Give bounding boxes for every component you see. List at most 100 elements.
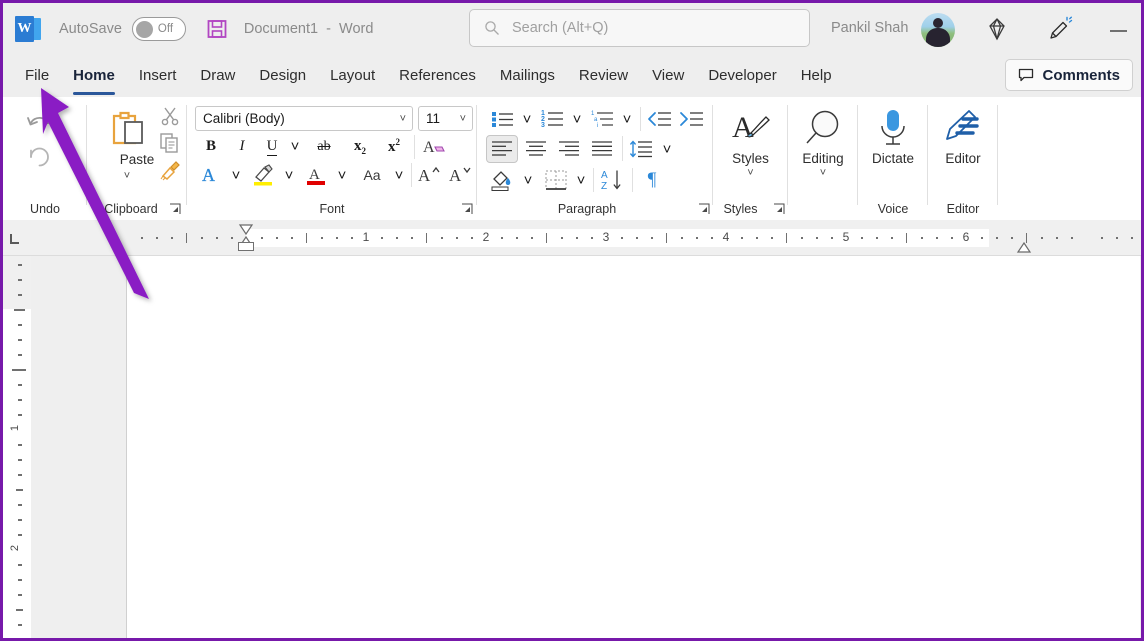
shading-chevron-down-icon[interactable]: ˅ [519, 167, 537, 193]
italic-button[interactable]: I [229, 134, 255, 159]
autosave-toggle[interactable]: Off [132, 17, 186, 41]
tab-insert[interactable]: Insert [127, 55, 189, 97]
borders-button[interactable] [541, 167, 571, 193]
editing-button[interactable]: Editing ˅ [788, 107, 858, 179]
font-size-chevron-down-icon[interactable]: ˅ [460, 113, 466, 125]
line-spacing-button[interactable] [627, 135, 657, 163]
tab-mailings[interactable]: Mailings [488, 55, 567, 97]
tab-draw[interactable]: Draw [188, 55, 247, 97]
cut-button[interactable] [157, 103, 183, 129]
styles-chevron-down-icon[interactable]: ˅ [747, 168, 753, 179]
multilevel-list-button[interactable]: 1ai [589, 106, 617, 132]
ruler-tick [771, 237, 773, 239]
pen-sparkle-icon[interactable] [1043, 14, 1075, 46]
bold-button[interactable]: B [198, 134, 224, 159]
ruler-tick [201, 237, 203, 239]
font-color-button[interactable]: A [302, 162, 332, 188]
numbering-button[interactable]: 123 [539, 106, 567, 132]
ruler-tick [351, 237, 353, 239]
first-line-indent-marker[interactable] [238, 222, 254, 232]
autosave-label: AutoSave [59, 21, 122, 37]
styles-dialog-launcher[interactable] [773, 202, 785, 214]
copy-button[interactable] [157, 130, 183, 156]
strikethrough-button[interactable]: ab [309, 134, 339, 159]
vertical-ruler[interactable]: 12 [3, 256, 31, 641]
ruler-tick [681, 237, 683, 239]
vruler-tick [18, 339, 22, 341]
horizontal-ruler[interactable]: 123456 [3, 220, 1141, 256]
tab-file[interactable]: File [13, 55, 61, 97]
left-indent-marker[interactable] [238, 242, 254, 251]
tab-home[interactable]: Home [61, 55, 127, 97]
right-indent-marker[interactable] [1016, 240, 1032, 250]
save-icon[interactable] [206, 18, 228, 40]
undo-button[interactable] [19, 105, 59, 143]
numbering-chevron-down-icon[interactable]: ˅ [568, 106, 586, 132]
underline-button[interactable]: U [259, 134, 285, 159]
decrease-indent-button[interactable] [645, 106, 675, 132]
left-tab-stop-marker[interactable] [9, 232, 21, 244]
tab-design[interactable]: Design [247, 55, 318, 97]
document-area [31, 256, 1141, 641]
shading-button[interactable] [488, 167, 518, 193]
ruler-number: 5 [843, 230, 850, 244]
paste-dropdown-chevron-down-icon[interactable]: ˅ [117, 169, 137, 183]
subscript-button[interactable]: x2 [345, 134, 375, 159]
tab-references[interactable]: References [387, 55, 488, 97]
text-highlight-color-button[interactable] [249, 162, 279, 188]
font-name-chevron-down-icon[interactable]: ˅ [400, 113, 406, 125]
styles-button[interactable]: A Styles ˅ [713, 107, 788, 179]
align-right-button[interactable] [553, 135, 585, 163]
text-effects-button[interactable]: A [196, 162, 226, 188]
ruler-tick [1101, 237, 1103, 239]
tab-view[interactable]: View [640, 55, 696, 97]
change-case-chevron-down-icon[interactable]: ˅ [390, 162, 408, 188]
clear-formatting-button[interactable]: A [419, 134, 451, 159]
text-effects-chevron-down-icon[interactable]: ˅ [227, 162, 245, 188]
format-painter-button[interactable] [157, 157, 183, 183]
underline-chevron-down-icon[interactable]: ˅ [286, 134, 304, 159]
tab-developer[interactable]: Developer [696, 55, 788, 97]
bullets-chevron-down-icon[interactable]: ˅ [518, 106, 536, 132]
superscript-button[interactable]: x2 [379, 134, 409, 159]
bullets-button[interactable] [489, 106, 517, 132]
align-center-button[interactable] [520, 135, 552, 163]
font-color-chevron-down-icon[interactable]: ˅ [333, 162, 351, 188]
change-case-button[interactable]: Aa [355, 162, 389, 188]
borders-chevron-down-icon[interactable]: ˅ [572, 167, 590, 193]
minimize-button[interactable] [1108, 19, 1130, 41]
sort-button[interactable]: A Z [597, 167, 629, 193]
font-name-input[interactable]: Calibri (Body) ˅ [195, 106, 413, 131]
title-separator: - [326, 21, 331, 37]
tab-review[interactable]: Review [567, 55, 640, 97]
line-spacing-chevron-down-icon[interactable]: ˅ [658, 135, 676, 163]
increase-indent-button[interactable] [677, 106, 707, 132]
paste-button[interactable] [101, 105, 153, 153]
highlight-chevron-down-icon[interactable]: ˅ [280, 162, 298, 188]
comments-button[interactable]: Comments [1005, 59, 1133, 91]
editor-button[interactable]: Editor [928, 107, 998, 166]
show-formatting-marks-button[interactable]: ¶ [637, 167, 667, 193]
redo-button[interactable] [19, 139, 59, 173]
clipboard-dialog-launcher[interactable] [169, 202, 181, 214]
search-input[interactable]: Search (Alt+Q) [469, 9, 810, 47]
ruler-tick [426, 233, 427, 243]
align-left-button[interactable] [486, 135, 518, 163]
tab-help[interactable]: Help [789, 55, 844, 97]
diamond-icon[interactable] [981, 14, 1013, 46]
grow-font-button[interactable]: A [415, 162, 445, 188]
vruler-margin-marker[interactable] [12, 369, 26, 371]
multilevel-chevron-down-icon[interactable]: ˅ [618, 106, 636, 132]
tab-layout[interactable]: Layout [318, 55, 387, 97]
svg-text:A: A [202, 165, 215, 185]
document-page[interactable] [126, 256, 1140, 641]
ruler-tick [411, 237, 413, 239]
ribbon-group-editor: Editor Editor [928, 97, 998, 220]
dictate-button[interactable]: Dictate [858, 107, 928, 166]
editing-chevron-down-icon[interactable]: ˅ [820, 168, 826, 179]
avatar[interactable] [921, 13, 955, 47]
ruler-tick [171, 237, 173, 239]
justify-button[interactable] [586, 135, 618, 163]
shrink-font-button[interactable]: A [446, 162, 476, 188]
font-size-input[interactable]: 11 ˅ [418, 106, 473, 131]
